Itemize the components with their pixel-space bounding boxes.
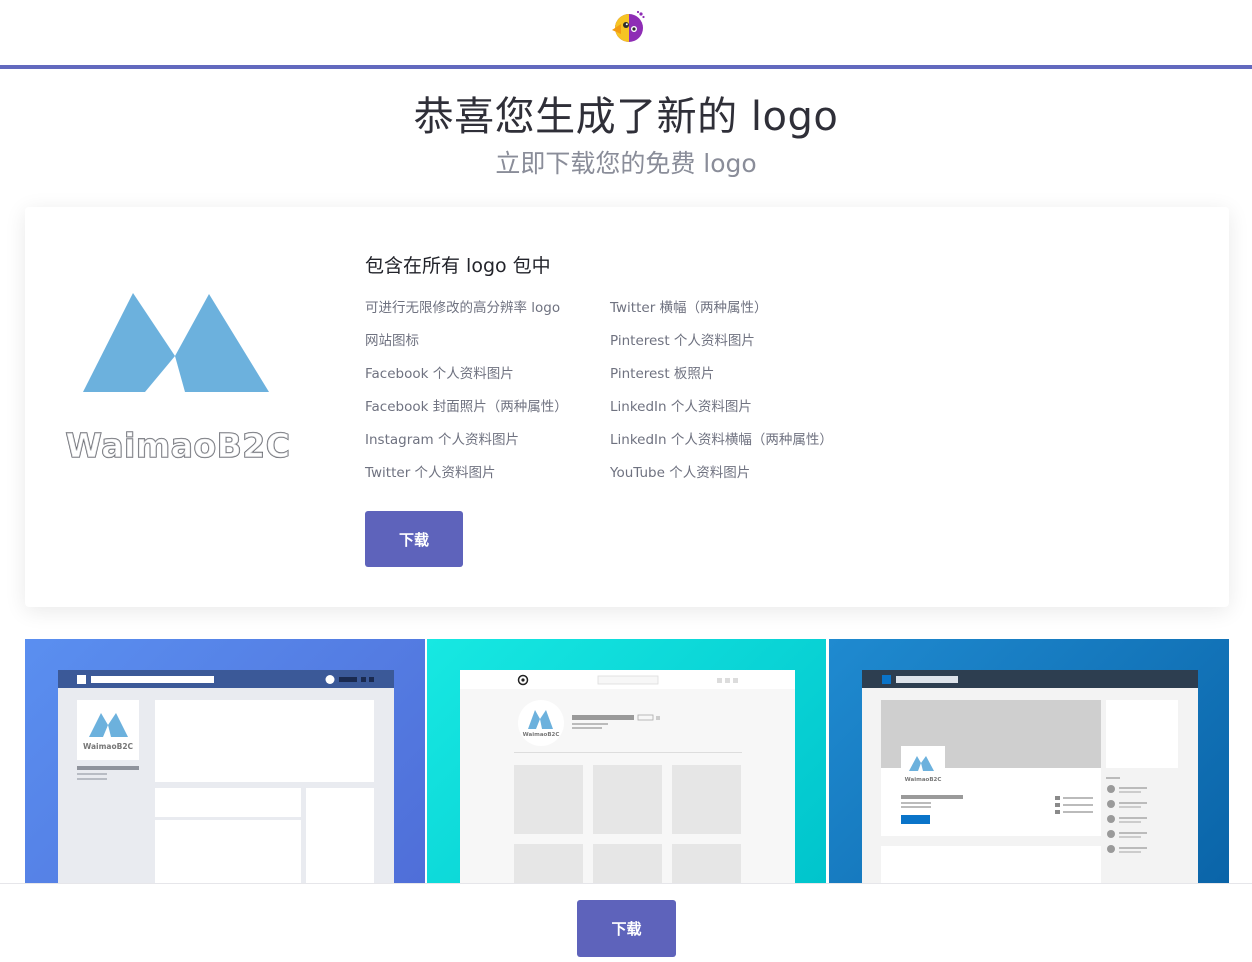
facebook-preview[interactable]: WaimaoB2C	[25, 639, 425, 889]
feature-item: 网站图标	[365, 333, 419, 349]
instagram-logo-text: WaimaoB2C	[523, 732, 560, 738]
feature-item: LinkedIn 个人资料图片	[610, 399, 752, 415]
instagram-mockup: WaimaoB2C	[460, 670, 795, 889]
linkedin-logo-text: WaimaoB2C	[905, 777, 942, 783]
sticky-footer: 下载	[0, 883, 1252, 962]
feature-item: Pinterest 个人资料图片	[610, 333, 755, 349]
package-heading: 包含在所有 logo 包中	[365, 255, 551, 277]
social-previews: WaimaoB2C WaimaoB2C WaimaoB2C	[25, 639, 1229, 889]
feature-item: Twitter 个人资料图片	[365, 465, 496, 481]
generated-logo-image: WaimaoB2C WaimaoB2C	[65, 293, 291, 466]
facebook-logo-text: WaimaoB2C	[83, 742, 134, 751]
feature-item: Twitter 横幅（两种属性）	[610, 300, 768, 316]
linkedin-mockup: WaimaoB2C	[862, 670, 1198, 889]
linkedin-preview[interactable]: WaimaoB2C	[829, 639, 1229, 889]
feature-item: Facebook 封面照片（两种属性）	[365, 399, 568, 415]
facebook-mockup: WaimaoB2C	[58, 670, 394, 889]
parrot-logo-icon[interactable]	[608, 10, 646, 44]
feature-item: YouTube 个人资料图片	[610, 465, 751, 481]
download-button[interactable]: 下载	[365, 511, 463, 567]
feature-column-left: 可进行无限修改的高分辨率 logo 网站图标 Facebook 个人资料图片 F…	[365, 297, 568, 495]
feature-item: Pinterest 板照片	[610, 366, 715, 382]
page-title: 恭喜您生成了新的 logo	[413, 94, 839, 140]
svg-text:WaimaoB2C: WaimaoB2C	[66, 426, 291, 465]
feature-item: 可进行无限修改的高分辨率 logo	[365, 300, 561, 316]
page-subtitle: 立即下载您的免费 logo	[495, 149, 757, 178]
feature-column-right: Twitter 横幅（两种属性） Pinterest 个人资料图片 Pinter…	[610, 297, 890, 495]
feature-item: Facebook 个人资料图片	[365, 366, 514, 382]
footer-download-button[interactable]: 下载	[577, 900, 676, 957]
top-bar	[0, 0, 1252, 69]
instagram-preview[interactable]: WaimaoB2C	[427, 639, 826, 889]
feature-item: Instagram 个人资料图片	[365, 432, 519, 448]
logo-package-card: WaimaoB2C WaimaoB2C 包含在所有 logo 包中 可进行无限修…	[25, 207, 1229, 607]
feature-item: LinkedIn 个人资料横幅（两种属性）	[610, 432, 833, 448]
header-accent-rule	[0, 65, 1252, 69]
